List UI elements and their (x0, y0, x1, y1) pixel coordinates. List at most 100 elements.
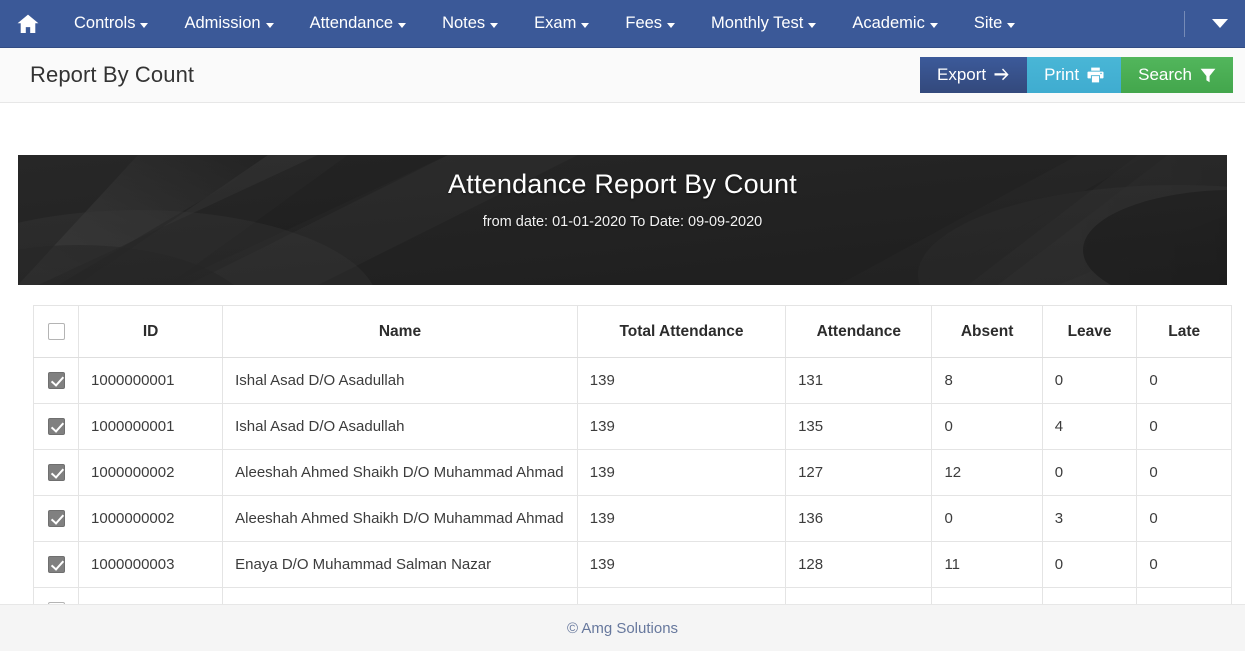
row-cell-absent: 0 (931, 495, 1043, 542)
nav-label: Monthly Test (711, 14, 804, 32)
nav-item-site[interactable]: Site (956, 0, 1033, 48)
nav-item-monthly-test[interactable]: Monthly Test (693, 0, 834, 48)
select-all-header (33, 305, 80, 358)
chevron-down-icon (929, 22, 938, 28)
nav-item-controls[interactable]: Controls (56, 0, 166, 48)
printer-icon (1087, 67, 1104, 83)
nav-label: Fees (625, 14, 663, 32)
row-cell-total-attendance: 139 (576, 449, 787, 496)
row-cell-absent: 12 (931, 449, 1043, 496)
export-button[interactable]: Export (920, 57, 1028, 93)
row-select-checkbox[interactable] (47, 418, 65, 436)
row-cell-late: 0 (1136, 541, 1232, 588)
chevron-down-icon (265, 22, 274, 28)
row-cell-late: 0 (1136, 449, 1232, 496)
row-cell-absent: 11 (931, 541, 1043, 588)
nav-item-academic[interactable]: Academic (834, 0, 955, 48)
navbar-menu: Controls Admission Attendance Notes Exam… (56, 0, 1184, 48)
report-table: ID Name Total Attendance Attendance Abse… (33, 305, 1232, 608)
row-cell-id: 1000000002 (78, 495, 224, 542)
row-cell-late: 0 (1136, 495, 1232, 542)
column-header-name[interactable]: Name (222, 305, 578, 358)
row-cell-attendance: 131 (785, 357, 933, 404)
row-select-cell (33, 495, 80, 542)
row-select-cell (33, 403, 80, 450)
column-header-late[interactable]: Late (1136, 305, 1232, 358)
row-cell-name: Aleeshah Ahmed Shaikh D/O Muhammad Ahmad (222, 449, 578, 496)
nav-label: Admission (184, 14, 261, 32)
row-cell-late: 0 (1136, 403, 1232, 450)
table-row[interactable]: 1000000003 Enaya D/O Muhammad Salman Naza… (33, 541, 1232, 588)
row-cell-late: 0 (1136, 357, 1232, 404)
chevron-down-icon (140, 22, 149, 28)
caret-down-icon (1212, 19, 1228, 28)
page-footer: © Amg Solutions (0, 604, 1245, 651)
print-button-label: Print (1044, 65, 1080, 84)
row-select-checkbox[interactable] (47, 464, 65, 482)
chevron-down-icon (1007, 22, 1016, 28)
row-cell-name: Aleeshah Ahmed Shaikh D/O Muhammad Ahmad (222, 495, 578, 542)
table-row[interactable]: 1000000001 Ishal Asad D/O Asadullah 139 135… (33, 403, 1232, 450)
nav-item-attendance[interactable]: Attendance (292, 0, 424, 48)
home-button[interactable] (0, 0, 56, 48)
column-header-attendance[interactable]: Attendance (785, 305, 933, 358)
navbar-right (1184, 0, 1245, 48)
table-body: 1000000001 Ishal Asad D/O Asadullah 139 131… (33, 357, 1232, 608)
nav-label: Controls (74, 14, 136, 32)
navbar-dropdown-toggle[interactable] (1203, 0, 1237, 48)
row-cell-name: Ishal Asad D/O Asadullah (222, 403, 578, 450)
row-cell-total-attendance: 139 (576, 541, 787, 588)
banner-date-range: from date: 01-01-2020 To Date: 09-09-202… (482, 214, 763, 230)
nav-item-fees[interactable]: Fees (607, 0, 693, 48)
nav-item-exam[interactable]: Exam (516, 0, 607, 48)
page-action-buttons: Export Print Search (920, 57, 1233, 93)
chevron-down-icon (808, 22, 817, 28)
export-button-label: Export (937, 65, 987, 84)
row-cell-total-attendance: 139 (576, 495, 787, 542)
row-cell-attendance: 136 (785, 495, 933, 542)
search-button-label: Search (1138, 65, 1192, 84)
navbar-divider (1184, 10, 1185, 37)
home-icon (15, 12, 41, 36)
row-cell-leave: 0 (1041, 541, 1138, 588)
nav-label: Academic (852, 14, 925, 32)
table-header-row: ID Name Total Attendance Attendance Abse… (33, 305, 1232, 358)
search-button[interactable]: Search (1121, 57, 1233, 93)
select-all-checkbox[interactable] (47, 322, 65, 340)
report-banner: Attendance Report By Count from date: 01… (18, 155, 1227, 285)
row-cell-attendance: 128 (785, 541, 933, 588)
table-row[interactable]: 1000000002 Aleeshah Ahmed Shaikh D/O Muha… (33, 449, 1232, 496)
row-cell-id: 1000000003 (78, 541, 224, 588)
nav-item-admission[interactable]: Admission (166, 0, 291, 48)
nav-item-notes[interactable]: Notes (424, 0, 516, 48)
column-header-total-attendance[interactable]: Total Attendance (576, 305, 787, 358)
footer-copyright: © Amg Solutions (566, 619, 679, 637)
chevron-down-icon (581, 22, 590, 28)
row-select-checkbox[interactable] (47, 556, 65, 574)
row-cell-attendance: 127 (785, 449, 933, 496)
funnel-filter-icon (1200, 68, 1216, 83)
row-cell-name: Enaya D/O Muhammad Salman Nazar (222, 541, 578, 588)
row-select-checkbox[interactable] (47, 510, 65, 528)
table-row[interactable]: 1000000001 Ishal Asad D/O Asadullah 139 131… (33, 357, 1232, 404)
table-head: ID Name Total Attendance Attendance Abse… (33, 305, 1232, 358)
row-cell-leave: 0 (1041, 357, 1138, 404)
row-cell-id: 1000000002 (78, 449, 224, 496)
column-header-absent[interactable]: Absent (931, 305, 1043, 358)
column-header-id[interactable]: ID (78, 305, 224, 358)
row-select-cell (33, 449, 80, 496)
chevron-down-icon (667, 22, 676, 28)
content-spacer (0, 103, 1245, 155)
column-header-leave[interactable]: Leave (1041, 305, 1138, 358)
nav-label: Exam (534, 14, 577, 32)
row-cell-total-attendance: 139 (576, 357, 787, 404)
table-row[interactable]: 1000000002 Aleeshah Ahmed Shaikh D/O Muha… (33, 495, 1232, 542)
row-cell-absent: 8 (931, 357, 1043, 404)
row-cell-id: 1000000001 (78, 357, 224, 404)
row-select-cell (33, 541, 80, 588)
row-select-checkbox[interactable] (47, 372, 65, 390)
row-cell-id: 1000000001 (78, 403, 224, 450)
print-button[interactable]: Print (1027, 57, 1122, 93)
row-cell-total-attendance: 139 (576, 403, 787, 450)
report-table-container: ID Name Total Attendance Attendance Abse… (33, 305, 1232, 608)
